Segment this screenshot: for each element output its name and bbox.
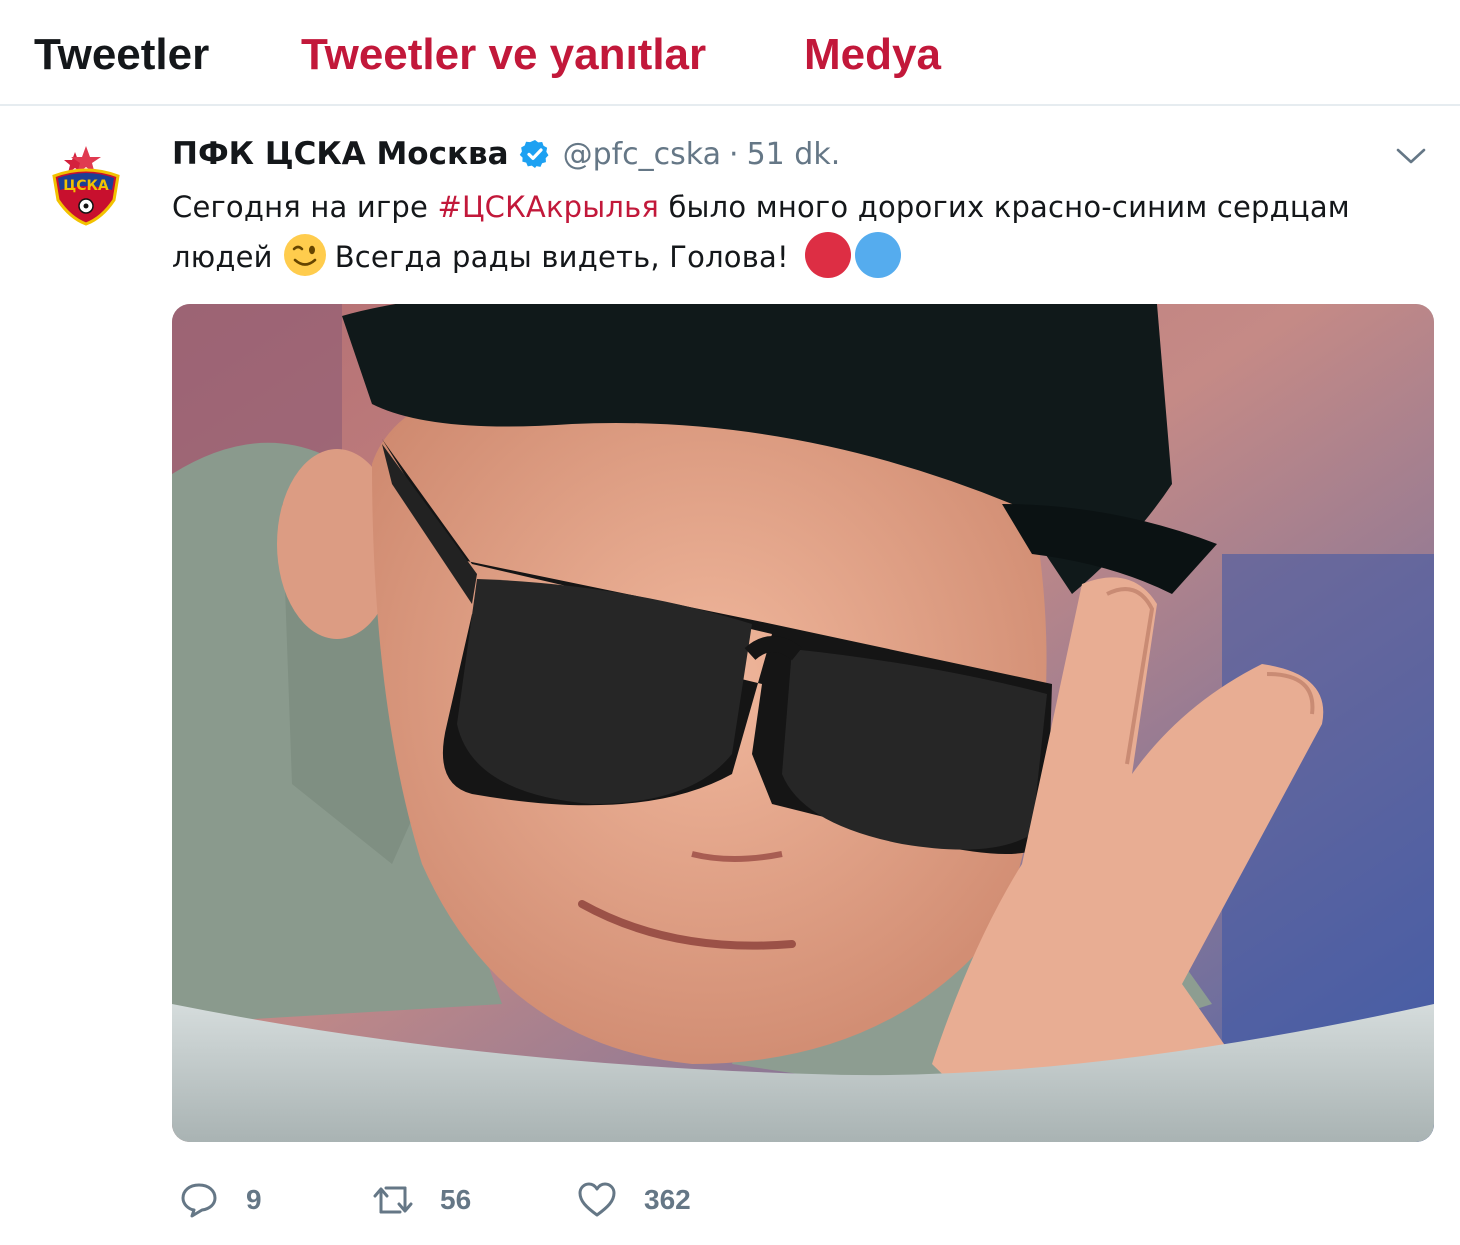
profile-tabs: Tweetler Tweetler ve yanıtlar Medya xyxy=(0,0,1460,106)
tab-tweets-and-replies[interactable]: Tweetler ve yanıtlar xyxy=(301,28,706,82)
avatar[interactable]: ЦСКА xyxy=(40,138,132,230)
heart-icon xyxy=(578,1182,616,1217)
display-name[interactable]: ПФК ЦСКА Москва xyxy=(172,136,509,172)
tweet[interactable]: ЦСКА ПФК ЦСКА Москва @pfc_cska · 51 dk. … xyxy=(0,108,1460,1245)
reply-icon xyxy=(181,1183,217,1218)
tab-tweets[interactable]: Tweetler xyxy=(34,28,209,82)
like-count: 362 xyxy=(644,1184,691,1215)
tweet-photo[interactable] xyxy=(172,304,1434,1142)
retweet-icon xyxy=(373,1186,413,1214)
like-button[interactable]: 362 xyxy=(576,1176,691,1224)
retweet-button[interactable]: 56 xyxy=(372,1176,471,1224)
photo-image xyxy=(172,304,1434,1142)
avatar-logo-text: ЦСКА xyxy=(63,178,109,194)
tweet-text-start: Сегодня на игре xyxy=(172,190,438,224)
retweet-count: 56 xyxy=(440,1184,472,1215)
reply-button[interactable]: 9 xyxy=(178,1176,262,1224)
blue-circle-emoji-icon xyxy=(854,232,901,278)
tweet-text-end: Всегда рады видеть, Голова! xyxy=(334,240,789,274)
chevron-down-icon[interactable] xyxy=(1394,144,1428,168)
tweet-text: Сегодня на игре #ЦСКАкрылья было много д… xyxy=(172,182,1412,282)
cska-logo-icon: ЦСКА xyxy=(40,138,132,230)
tweet-timestamp[interactable]: 51 dk. xyxy=(747,137,841,172)
tweet-header: ПФК ЦСКА Москва @pfc_cska · 51 dk. xyxy=(172,134,840,174)
tab-media[interactable]: Medya xyxy=(804,28,941,82)
winking-face-emoji-icon xyxy=(283,234,326,276)
separator-dot: · xyxy=(729,136,739,172)
reply-count: 9 xyxy=(246,1184,262,1215)
verified-badge-icon xyxy=(519,140,549,168)
tweet-actions: 9 56 362 xyxy=(172,1176,872,1224)
red-circle-emoji-icon xyxy=(804,232,851,278)
hashtag-link[interactable]: #ЦСКАкрылья xyxy=(437,190,659,224)
user-handle[interactable]: @pfc_cska xyxy=(563,137,721,172)
